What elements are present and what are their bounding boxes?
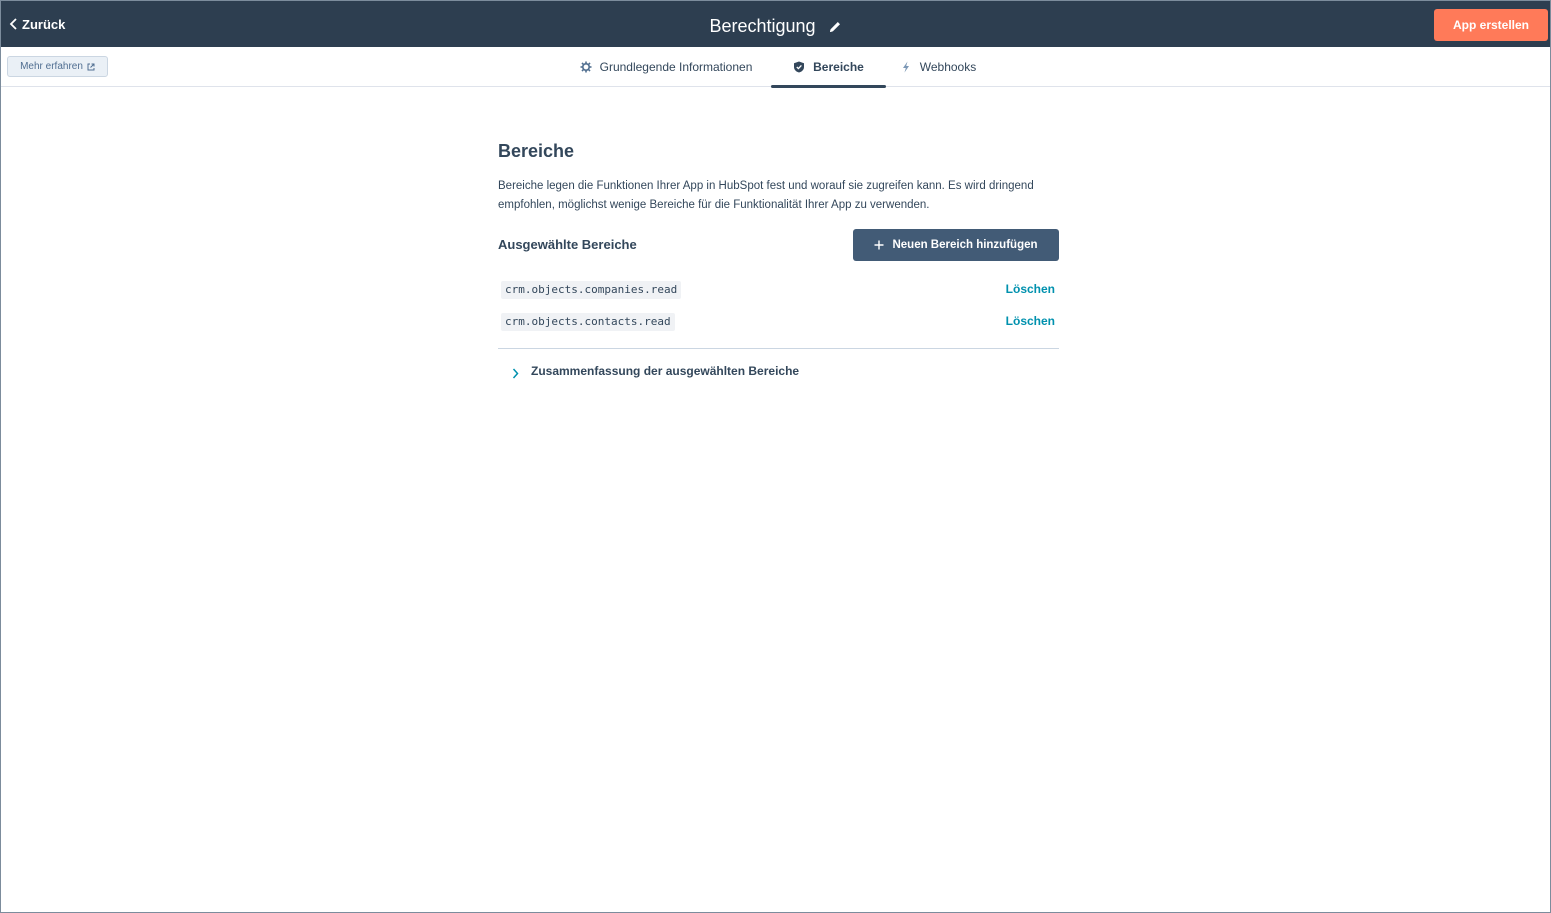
tab-label: Webhooks	[919, 60, 977, 74]
gear-icon	[580, 61, 592, 73]
chevron-right-icon	[512, 366, 519, 378]
add-scope-label: Neuen Bereich hinzufügen	[892, 239, 1038, 251]
page-title: Berechtigung	[709, 15, 816, 36]
learn-more-label: Mehr erfahren	[20, 61, 83, 72]
tabs: Grundlegende Informationen Bereiche Webh…	[561, 47, 990, 88]
top-navigation-bar: Zurück Berechtigung App erstellen	[1, 1, 1550, 47]
scopes-section: Bereiche Bereiche legen die Funktionen I…	[498, 141, 1059, 381]
tab-bar: Mehr erfahren Grundlegende Informationen…	[1, 47, 1550, 88]
tab-label: Bereiche	[813, 60, 864, 74]
pencil-icon[interactable]	[828, 20, 842, 34]
shield-icon	[793, 61, 805, 73]
section-description: Bereiche legen die Funktionen Ihrer App …	[498, 180, 1034, 211]
scope-row: crm.objects.companies.read Löschen	[498, 275, 1059, 307]
title-area: Berechtigung	[1, 14, 1550, 38]
delete-scope-link[interactable]: Löschen	[1006, 314, 1055, 328]
learn-more-button[interactable]: Mehr erfahren	[7, 56, 108, 77]
selected-scopes-header: Ausgewählte Bereiche Neuen Bereich hinzu…	[498, 229, 1059, 261]
scope-name: crm.objects.companies.read	[501, 281, 682, 299]
create-app-button[interactable]: App erstellen	[1434, 9, 1548, 41]
lightning-icon	[900, 61, 912, 73]
add-scope-button[interactable]: Neuen Bereich hinzufügen	[853, 229, 1059, 261]
scope-row: crm.objects.contacts.read Löschen	[498, 307, 1059, 339]
tab-webhooks[interactable]: Webhooks	[886, 47, 990, 87]
app-window: Zurück Berechtigung App erstellen Mehr e…	[0, 0, 1551, 913]
divider	[498, 348, 1059, 349]
tab-scopes[interactable]: Bereiche	[771, 47, 886, 88]
scope-summary-label: Zusammenfassung der ausgewählten Bereich…	[531, 364, 800, 378]
section-title: Bereiche	[498, 141, 575, 161]
delete-scope-link[interactable]: Löschen	[1006, 282, 1055, 296]
scope-summary-toggle[interactable]: Zusammenfassung der ausgewählten Bereich…	[498, 361, 1059, 381]
external-link-icon	[87, 63, 95, 71]
scope-list: crm.objects.companies.read Löschen crm.o…	[498, 275, 1059, 339]
selected-scopes-label: Ausgewählte Bereiche	[498, 237, 637, 252]
tab-label: Grundlegende Informationen	[599, 60, 753, 74]
scope-name: crm.objects.contacts.read	[501, 313, 675, 331]
plus-icon	[874, 240, 884, 250]
tab-basic-information[interactable]: Grundlegende Informationen	[561, 47, 771, 87]
